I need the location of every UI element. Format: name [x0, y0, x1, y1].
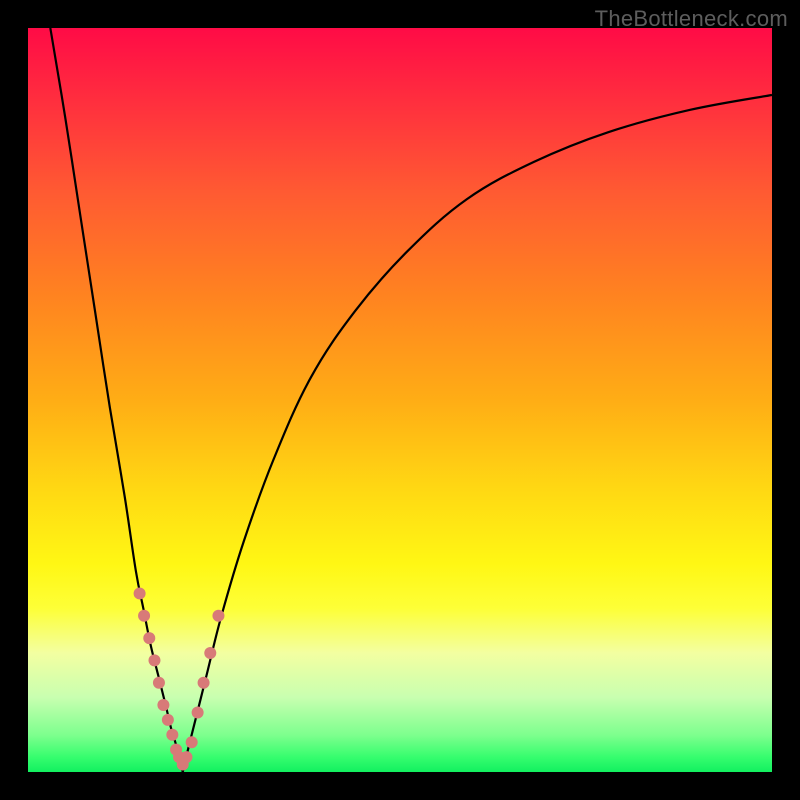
dip-marker — [143, 632, 155, 644]
dip-marker — [134, 587, 146, 599]
dip-marker — [138, 610, 150, 622]
curves-svg — [28, 28, 772, 772]
left-curve — [50, 28, 182, 772]
dip-marker — [180, 751, 192, 763]
dip-marker — [192, 706, 204, 718]
dip-marker — [157, 699, 169, 711]
dip-marker — [153, 677, 165, 689]
dip-marker — [162, 714, 174, 726]
right-curve — [183, 95, 772, 772]
dip-marker — [204, 647, 216, 659]
dip-marker — [186, 736, 198, 748]
plot-area — [28, 28, 772, 772]
dip-marker — [148, 654, 160, 666]
dip-marker — [198, 677, 210, 689]
dip-marker — [212, 610, 224, 622]
dip-marker — [166, 729, 178, 741]
chart-frame: TheBottleneck.com — [0, 0, 800, 800]
watermark-text: TheBottleneck.com — [595, 6, 788, 32]
dip-markers — [134, 587, 225, 770]
